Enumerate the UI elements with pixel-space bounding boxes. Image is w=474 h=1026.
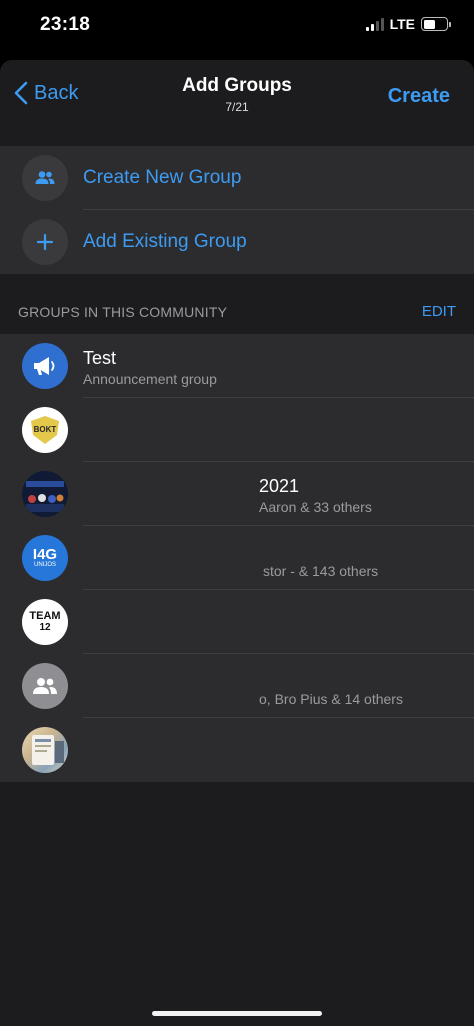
group-row[interactable]: TEAM 12	[0, 590, 474, 654]
create-new-group-button[interactable]: Create New Group	[0, 146, 474, 210]
group-avatar: TEAM 12	[22, 599, 68, 645]
group-row[interactable]: BOKT	[0, 398, 474, 462]
status-bar: 23:18 LTE	[0, 0, 474, 60]
people-icon	[22, 155, 68, 201]
status-time: 23:18	[40, 14, 91, 35]
group-subtitle: stor - & 143 others	[263, 563, 379, 579]
group-row[interactable]	[0, 718, 474, 782]
add-existing-group-button[interactable]: Add Existing Group	[0, 210, 474, 274]
home-indicator	[152, 1011, 322, 1016]
groups-list: Test Announcement group BOKT 2021 Aaron …	[0, 334, 474, 782]
status-indicators: LTE	[365, 16, 451, 32]
group-subtitle: Announcement group	[83, 371, 217, 387]
group-row[interactable]: I4G UNIJOS stor - & 143 others	[0, 526, 474, 590]
group-avatar-text: I4G	[32, 546, 58, 563]
group-name: Test	[83, 348, 117, 368]
group-subtitle: Aaron & 33 others	[259, 499, 372, 515]
network-type: LTE	[389, 16, 415, 32]
battery-icon	[421, 17, 451, 31]
group-avatar-text: TEAM	[29, 610, 61, 622]
create-button[interactable]: Create	[388, 85, 450, 108]
plus-icon	[22, 219, 68, 265]
megaphone-icon	[22, 343, 68, 389]
group-row[interactable]: o, Bro Pius & 14 others	[0, 654, 474, 718]
signal-icon	[365, 17, 384, 31]
actions-list: Create New Group Add Existing Group	[0, 146, 474, 274]
group-row[interactable]: Test Announcement group	[0, 334, 474, 398]
group-avatar: BOKT	[22, 407, 68, 453]
people-icon	[22, 663, 68, 709]
navigation-bar: Back Add Groups 7/21 Create	[0, 60, 474, 146]
group-subtitle: o, Bro Pius & 14 others	[259, 691, 403, 707]
add-groups-sheet: Back Add Groups 7/21 Create Create New G…	[0, 60, 474, 1026]
group-name: 2021	[259, 476, 300, 496]
group-avatar	[22, 471, 68, 517]
section-header: GROUPS IN THIS COMMUNITY EDIT	[0, 296, 474, 332]
section-title: GROUPS IN THIS COMMUNITY	[18, 304, 228, 320]
group-avatar-subtext: UNIJOS	[33, 562, 56, 568]
create-new-group-label: Create New Group	[83, 167, 242, 188]
group-avatar: I4G UNIJOS	[22, 535, 68, 581]
edit-button[interactable]: EDIT	[422, 303, 456, 320]
group-avatar-subtext: 12	[39, 622, 51, 633]
group-avatar	[22, 727, 68, 773]
group-row[interactable]: 2021 Aaron & 33 others	[0, 462, 474, 526]
group-avatar-text: BOKT	[34, 425, 57, 434]
add-existing-group-label: Add Existing Group	[83, 231, 247, 252]
